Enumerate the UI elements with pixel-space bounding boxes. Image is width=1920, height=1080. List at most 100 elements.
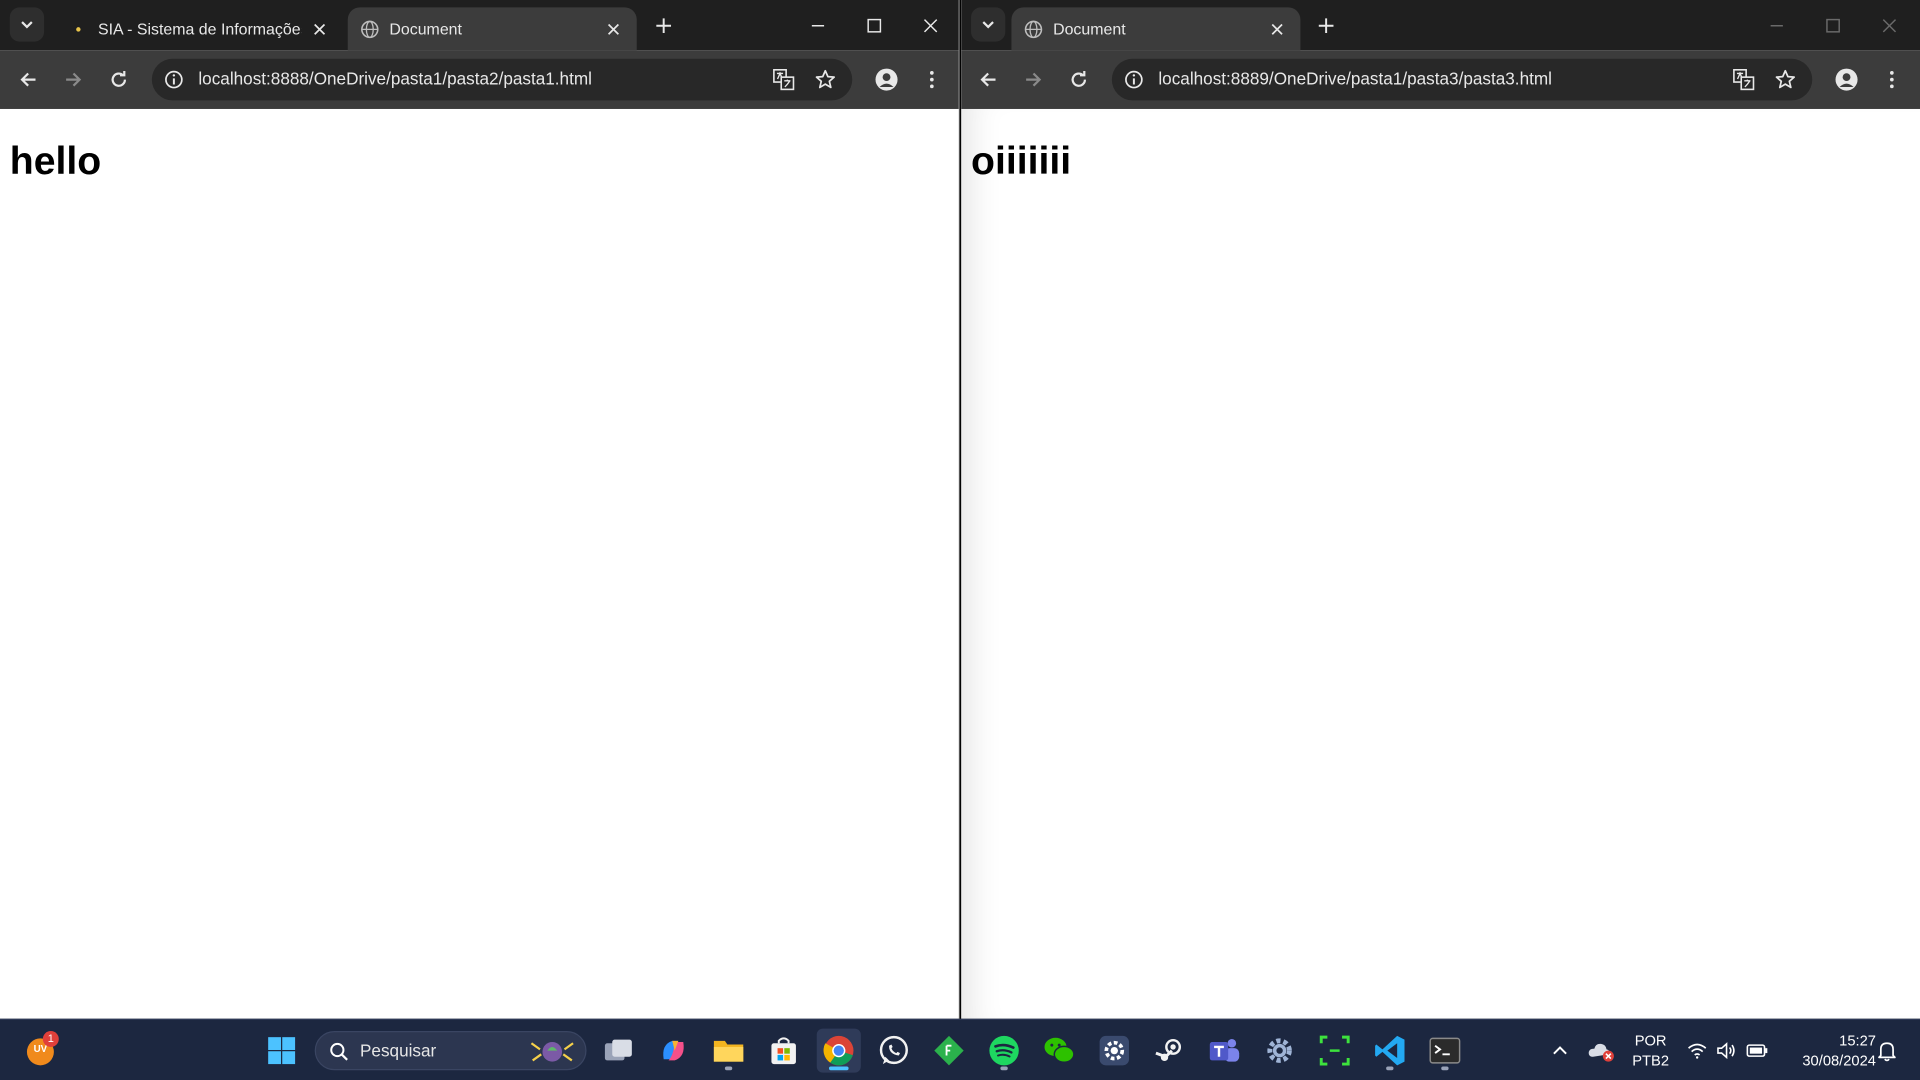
- bookmark-button[interactable]: [811, 65, 840, 94]
- forward-button[interactable]: [1016, 62, 1050, 96]
- star-icon: [815, 69, 835, 89]
- address-bar[interactable]: localhost:8888/OneDrive/pasta1/pasta2/pa…: [151, 58, 853, 101]
- close-window-button[interactable]: [1861, 0, 1917, 50]
- tab-search-button[interactable]: [971, 7, 1006, 42]
- menu-button[interactable]: [1875, 62, 1909, 96]
- reload-button[interactable]: [1062, 62, 1096, 96]
- snipping-tool-button[interactable]: [1313, 1029, 1357, 1073]
- clock[interactable]: 15:27 30/08/2024: [1778, 1031, 1876, 1070]
- browser-toolbar: localhost:8889/OneDrive/pasta1/pasta3/pa…: [961, 50, 1920, 109]
- star-icon: [1775, 69, 1795, 89]
- back-button[interactable]: [971, 62, 1005, 96]
- close-tab-icon[interactable]: [1266, 18, 1288, 40]
- control-panel-button[interactable]: [1258, 1029, 1302, 1073]
- task-view-button[interactable]: [596, 1029, 640, 1073]
- close-icon: [923, 18, 938, 32]
- close-icon: [1882, 18, 1897, 32]
- tab-document[interactable]: Document: [347, 7, 637, 51]
- desktop: SIA - Sistema de Informações A Document: [0, 0, 1920, 1080]
- url-text: localhost:8889/OneDrive/pasta1/pasta3/pa…: [1158, 68, 1552, 89]
- new-tab-button[interactable]: [1311, 11, 1340, 40]
- translate-button[interactable]: [1729, 65, 1758, 94]
- url-text: localhost:8888/OneDrive/pasta1/pasta2/pa…: [198, 68, 592, 89]
- profile-icon: [1835, 68, 1858, 91]
- profile-button[interactable]: [1829, 62, 1863, 96]
- maximize-icon: [867, 18, 882, 32]
- tab-title: Document: [389, 19, 462, 38]
- windows-logo-icon: [268, 1037, 296, 1065]
- start-button[interactable]: [260, 1029, 304, 1073]
- wechat-button[interactable]: [1037, 1029, 1081, 1073]
- arrow-left-icon: [20, 72, 36, 87]
- close-tab-icon[interactable]: [309, 18, 331, 40]
- teams-button[interactable]: [1202, 1029, 1246, 1073]
- kebab-menu-icon: [930, 71, 934, 89]
- steam-button[interactable]: [1147, 1029, 1191, 1073]
- spotify-icon: [989, 1035, 1019, 1066]
- quick-settings-button[interactable]: [1681, 1029, 1774, 1073]
- minimize-button[interactable]: [790, 0, 846, 50]
- windows-taskbar: UV 1 Pesquisar POR PTB2 15:27 30/08/2024: [0, 1018, 1920, 1080]
- address-bar[interactable]: localhost:8889/OneDrive/pasta1/pasta3/pa…: [1111, 58, 1813, 101]
- feedly-button[interactable]: [927, 1029, 971, 1073]
- language-indicator[interactable]: POR PTB2: [1624, 1031, 1678, 1070]
- store-bag-icon: [771, 1037, 796, 1065]
- whatsapp-icon: [879, 1035, 908, 1065]
- bell-icon: [1878, 1042, 1896, 1062]
- store-button[interactable]: [762, 1029, 806, 1073]
- translate-button[interactable]: [769, 65, 798, 94]
- search-highlight-icon: [530, 1042, 574, 1062]
- reload-icon: [1071, 71, 1087, 87]
- file-explorer-button[interactable]: [707, 1029, 751, 1073]
- teams-icon: [1209, 1038, 1240, 1062]
- new-tab-button[interactable]: [649, 11, 678, 40]
- vscode-button[interactable]: [1368, 1029, 1412, 1073]
- tab-search-button[interactable]: [9, 7, 45, 42]
- minimize-button[interactable]: [1749, 0, 1805, 50]
- vscode-icon: [1375, 1035, 1405, 1066]
- close-tab-icon[interactable]: [602, 18, 624, 40]
- taskbar-search[interactable]: Pesquisar: [314, 1031, 587, 1071]
- whatsapp-button[interactable]: [872, 1029, 916, 1073]
- bookmark-button[interactable]: [1771, 65, 1800, 94]
- show-hidden-icons-button[interactable]: [1542, 1029, 1579, 1073]
- close-window-button[interactable]: [902, 0, 958, 50]
- spotify-button[interactable]: [982, 1029, 1026, 1073]
- reload-button[interactable]: [102, 62, 136, 96]
- maximize-button[interactable]: [846, 0, 902, 50]
- settings-app-button[interactable]: [1092, 1029, 1136, 1073]
- loading-favicon-icon: [69, 19, 89, 39]
- menu-button[interactable]: [915, 62, 949, 96]
- green-diamond-icon: [934, 1035, 964, 1066]
- weather-widget[interactable]: UV 1: [18, 1029, 62, 1073]
- gear-icon: [1099, 1035, 1129, 1066]
- minimize-icon: [1770, 24, 1783, 26]
- minimize-icon: [811, 24, 825, 26]
- profile-button[interactable]: [869, 62, 903, 96]
- task-view-icon: [604, 1039, 632, 1061]
- maximize-icon: [1826, 18, 1840, 32]
- browser-window-left: SIA - Sistema de Informações A Document: [0, 0, 961, 1019]
- site-info-icon[interactable]: [1123, 69, 1145, 91]
- globe-icon: [360, 19, 380, 39]
- onedrive-status-button[interactable]: [1582, 1029, 1621, 1073]
- forward-button[interactable]: [56, 62, 90, 96]
- tab-document[interactable]: Document: [1011, 7, 1301, 51]
- maximize-button[interactable]: [1805, 0, 1861, 50]
- terminal-button[interactable]: [1423, 1029, 1467, 1073]
- reload-icon: [111, 71, 127, 87]
- notifications-button[interactable]: [1871, 1029, 1903, 1073]
- site-info-icon[interactable]: [163, 69, 185, 91]
- chevron-down-icon: [21, 21, 33, 29]
- page-heading: hello: [9, 138, 102, 183]
- arrow-right-icon: [1026, 72, 1042, 87]
- back-button[interactable]: [11, 62, 45, 96]
- tab-sia[interactable]: SIA - Sistema de Informações A: [56, 7, 343, 50]
- copilot-button[interactable]: [651, 1029, 695, 1073]
- chrome-icon: [823, 1035, 854, 1066]
- plus-icon: [1318, 18, 1334, 34]
- translate-icon: [1733, 69, 1755, 91]
- chrome-button[interactable]: [816, 1028, 861, 1073]
- copilot-icon: [663, 1040, 684, 1061]
- settings-gear-icon: [1267, 1038, 1292, 1063]
